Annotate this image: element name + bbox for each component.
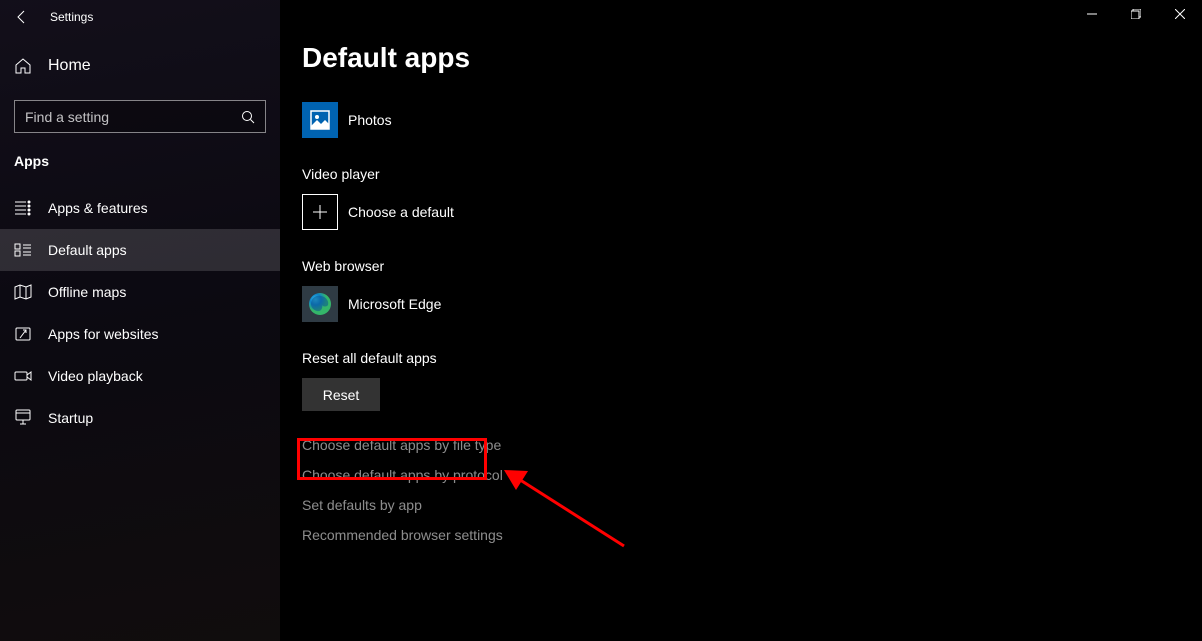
maximize-icon — [1131, 9, 1141, 19]
search-input[interactable] — [25, 109, 241, 125]
main-content: Default apps Photos Video player Choose … — [280, 0, 1202, 641]
link-file-type[interactable]: Choose default apps by file type — [302, 437, 501, 453]
window-controls — [1070, 0, 1202, 28]
sidebar-item-label: Default apps — [48, 242, 127, 258]
category-heading: Apps — [0, 133, 280, 179]
maximize-button[interactable] — [1114, 0, 1158, 28]
reset-button[interactable]: Reset — [302, 378, 380, 411]
sidebar-item-label: Apps for websites — [48, 326, 159, 342]
minimize-button[interactable] — [1070, 0, 1114, 28]
search-box[interactable] — [14, 100, 266, 133]
back-arrow-icon — [14, 9, 30, 25]
nav-list: Apps & features Default apps Offline map… — [0, 187, 280, 439]
edge-tile — [302, 286, 338, 322]
sidebar-item-label: Video playback — [48, 368, 143, 384]
settings-links: Choose default apps by file type Choose … — [302, 437, 1202, 543]
home-nav[interactable]: Home — [0, 46, 280, 86]
title-bar: Settings — [0, 2, 280, 32]
video-player-label: Video player — [302, 166, 1202, 182]
sidebar-item-apps-features[interactable]: Apps & features — [0, 187, 280, 229]
page-title: Default apps — [302, 42, 1202, 74]
apps-websites-icon — [14, 325, 32, 343]
sidebar-item-label: Apps & features — [48, 200, 148, 216]
reset-label: Reset all default apps — [302, 350, 1202, 366]
default-photos[interactable]: Photos — [302, 102, 1202, 138]
minimize-icon — [1087, 9, 1097, 19]
home-label: Home — [48, 57, 91, 75]
plus-icon — [311, 203, 329, 221]
photos-label: Photos — [348, 112, 392, 128]
default-web-browser[interactable]: Microsoft Edge — [302, 286, 1202, 322]
choose-default-tile — [302, 194, 338, 230]
web-browser-label: Web browser — [302, 258, 1202, 274]
window-title: Settings — [50, 10, 93, 24]
link-by-app[interactable]: Set defaults by app — [302, 497, 422, 513]
back-button[interactable] — [14, 9, 30, 25]
sidebar-item-offline-maps[interactable]: Offline maps — [0, 271, 280, 313]
home-icon — [14, 57, 32, 75]
search-icon — [241, 110, 255, 124]
link-recommended-browser[interactable]: Recommended browser settings — [302, 527, 503, 543]
sidebar-item-label: Offline maps — [48, 284, 126, 300]
sidebar-item-default-apps[interactable]: Default apps — [0, 229, 280, 271]
apps-features-icon — [14, 199, 32, 217]
sidebar-item-startup[interactable]: Startup — [0, 397, 280, 439]
video-playback-icon — [14, 367, 32, 385]
sidebar-item-label: Startup — [48, 410, 93, 426]
edge-label: Microsoft Edge — [348, 296, 441, 312]
sidebar-item-apps-websites[interactable]: Apps for websites — [0, 313, 280, 355]
startup-icon — [14, 409, 32, 427]
photos-icon — [309, 109, 331, 131]
sidebar: Settings Home Apps Apps & — [0, 0, 280, 641]
choose-default-label: Choose a default — [348, 204, 454, 220]
default-video-player[interactable]: Choose a default — [302, 194, 1202, 230]
offline-maps-icon — [14, 283, 32, 301]
link-protocol[interactable]: Choose default apps by protocol — [302, 467, 503, 483]
photos-tile — [302, 102, 338, 138]
sidebar-item-video-playback[interactable]: Video playback — [0, 355, 280, 397]
default-apps-icon — [14, 241, 32, 259]
edge-icon — [307, 291, 333, 317]
close-icon — [1175, 9, 1185, 19]
close-button[interactable] — [1158, 0, 1202, 28]
